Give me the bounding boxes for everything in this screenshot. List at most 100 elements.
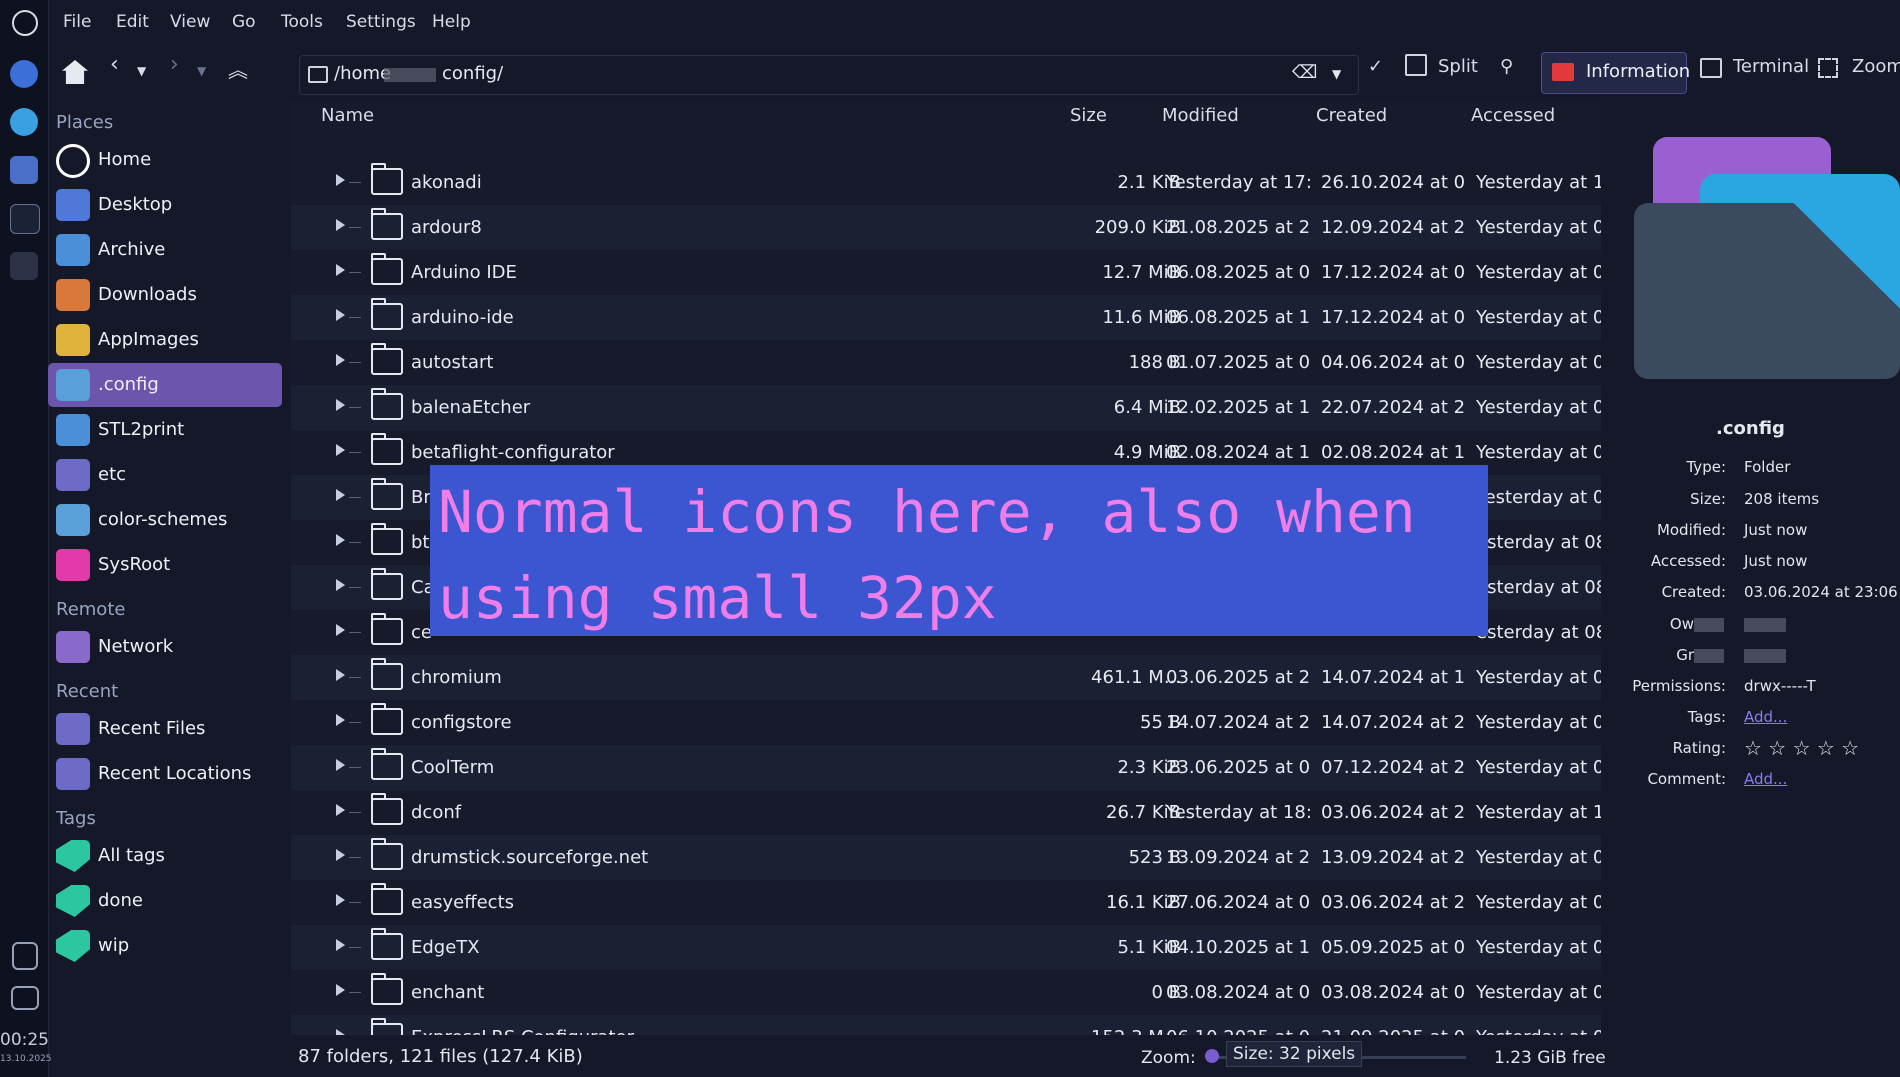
- menu-go[interactable]: Go: [232, 12, 256, 32]
- expand-arrow-icon[interactable]: [336, 714, 345, 726]
- sidebar-item-config[interactable]: .config: [48, 363, 282, 407]
- sidebar-item-network[interactable]: Network: [48, 625, 282, 669]
- information-button[interactable]: Information: [1541, 52, 1690, 94]
- sidebar-item-appimages[interactable]: AppImages: [48, 318, 282, 362]
- tree-line: [349, 857, 361, 858]
- expand-arrow-icon[interactable]: [336, 759, 345, 771]
- expand-arrow-icon[interactable]: [336, 399, 345, 411]
- zoom-button[interactable]: Zoom: [1852, 56, 1900, 77]
- sidebar-item-stl2print[interactable]: STL2print: [48, 408, 282, 452]
- expand-arrow-icon[interactable]: [336, 939, 345, 951]
- cell-size: 4.9 MiB: [1113, 442, 1181, 463]
- file-manager-icon[interactable]: [10, 156, 38, 184]
- table-row[interactable]: easyeffects 16.1 KiB27.06.2024 at 0... 03.…: [291, 880, 1601, 925]
- folder-icon: [371, 883, 403, 915]
- table-row[interactable]: akonadi 2.1 KiBYesterday at 17:... 26.10.2…: [291, 160, 1601, 205]
- table-row[interactable]: autostart 188 B01.07.2025 at 0... 04.06.20…: [291, 340, 1601, 385]
- clock-time[interactable]: 00:25: [0, 1030, 49, 1050]
- sidebar-item-tag-done[interactable]: done: [48, 879, 282, 923]
- settings-icon[interactable]: [10, 60, 38, 88]
- menu-settings[interactable]: Settings: [346, 12, 416, 32]
- cell-accessed: Yesterday at 08:: [1476, 712, 1601, 733]
- table-row[interactable]: dconf 26.7 KiBYesterday at 18:... 03.06.20…: [291, 790, 1601, 835]
- menu-edit[interactable]: Edit: [116, 12, 149, 32]
- app-icon[interactable]: [10, 252, 38, 280]
- menu-help[interactable]: Help: [432, 12, 471, 32]
- expand-arrow-icon[interactable]: [336, 309, 345, 321]
- expand-arrow-icon[interactable]: [336, 894, 345, 906]
- location-bar[interactable]: /home config/ ⌫ ▼: [299, 55, 1359, 95]
- info-tags-add-link[interactable]: Add...: [1744, 708, 1787, 726]
- expand-arrow-icon[interactable]: [336, 804, 345, 816]
- split-button[interactable]: Split: [1438, 56, 1478, 77]
- folder-icon: [371, 523, 403, 555]
- table-row[interactable]: enchant0 B03.08.2024 at 0...03.08.2024 a…: [291, 970, 1601, 1015]
- sidebar-item-desktop[interactable]: Desktop: [48, 183, 282, 227]
- sidebar-item-recent-locations[interactable]: Recent Locations: [48, 752, 282, 796]
- terminal-small-icon[interactable]: [1700, 58, 1722, 78]
- table-row[interactable]: balenaEtcher 6.4 MiB12.02.2025 at 1... 22.…: [291, 385, 1601, 430]
- expand-arrow-icon[interactable]: [336, 489, 345, 501]
- zoom-slider-handle[interactable]: [1205, 1049, 1219, 1063]
- expand-arrow-icon[interactable]: [336, 174, 345, 186]
- sidebar-item-color-schemes[interactable]: color-schemes: [48, 498, 282, 542]
- sidebar-item-recent-files[interactable]: Recent Files: [48, 707, 282, 751]
- column-modified[interactable]: Modified: [1162, 105, 1239, 126]
- terminal-icon[interactable]: [10, 204, 40, 234]
- sidebar-item-archive[interactable]: Archive: [48, 228, 282, 272]
- expand-arrow-icon[interactable]: [336, 1029, 345, 1035]
- expand-arrow-icon[interactable]: [336, 579, 345, 591]
- expand-arrow-icon[interactable]: [336, 669, 345, 681]
- expand-arrow-icon[interactable]: [336, 984, 345, 996]
- terminal-button[interactable]: Terminal: [1733, 56, 1809, 77]
- expand-arrow-icon[interactable]: [336, 264, 345, 276]
- table-row[interactable]: Arduino IDE 12.7 MiB06.08.2025 at 0... 17.…: [291, 250, 1601, 295]
- column-name[interactable]: Name: [321, 105, 374, 126]
- sidebar-item-sysroot[interactable]: SysRoot: [48, 543, 282, 587]
- table-row[interactable]: configstore55 B14.07.2024 at 2...14.07.2…: [291, 700, 1601, 745]
- zoom-icon[interactable]: [1818, 58, 1838, 78]
- menu-tools[interactable]: Tools: [281, 12, 323, 32]
- expand-arrow-icon[interactable]: [336, 849, 345, 861]
- sidebar-item-home[interactable]: Home: [48, 138, 282, 182]
- clear-location-icon[interactable]: ⌫: [1292, 62, 1317, 83]
- table-row[interactable]: ardour8 209.0 KiB21.08.2025 at 2... 12.09.…: [291, 205, 1601, 250]
- browser-icon[interactable]: [10, 108, 38, 136]
- menu-view[interactable]: View: [170, 12, 210, 32]
- table-row[interactable]: EdgeTX 5.1 KiB04.10.2025 at 1... 05.09.202…: [291, 925, 1601, 970]
- folder-icon: [371, 433, 403, 465]
- expand-arrow-icon[interactable]: [336, 624, 345, 636]
- sidebar-item-etc[interactable]: etc: [48, 453, 282, 497]
- table-row[interactable]: drumstick.sourceforge.net 523 B 13.09.2024…: [291, 835, 1601, 880]
- app-launcher-icon[interactable]: [12, 10, 38, 36]
- search-icon[interactable]: ⚲: [1500, 56, 1513, 77]
- column-created[interactable]: Created: [1316, 105, 1387, 126]
- column-size[interactable]: Size: [1070, 105, 1107, 126]
- column-accessed[interactable]: Accessed: [1471, 105, 1555, 126]
- rating-stars[interactable]: ☆ ☆ ☆ ☆ ☆: [1744, 736, 1859, 760]
- cell-size: 16.1 KiB: [1106, 892, 1181, 913]
- folder-icon: [371, 388, 403, 420]
- table-row[interactable]: arduino-ide 11.6 MiB06.08.2025 at 1... 17.…: [291, 295, 1601, 340]
- expand-arrow-icon[interactable]: [336, 219, 345, 231]
- clipboard-icon[interactable]: [12, 942, 38, 970]
- info-comment-add-link[interactable]: Add...: [1744, 770, 1787, 788]
- sidebar-item-downloads[interactable]: Downloads: [48, 273, 282, 317]
- cell-created: 22.07.2024 at 2...: [1321, 397, 1466, 418]
- table-row[interactable]: CoolTerm 2.3 KiB23.06.2025 at 0... 07.12.2…: [291, 745, 1601, 790]
- cell-accessed: Yesterday at 08:: [1476, 892, 1601, 913]
- table-row[interactable]: chromium 461.1 M...03.06.2025 at 2... 14.0…: [291, 655, 1601, 700]
- network-icon[interactable]: [11, 986, 39, 1010]
- info-modified: Just now: [1744, 521, 1808, 539]
- tree-line: [349, 632, 361, 633]
- expand-arrow-icon[interactable]: [336, 534, 345, 546]
- sidebar-item-tag-wip[interactable]: wip: [48, 924, 282, 968]
- expand-arrow-icon[interactable]: [336, 444, 345, 456]
- location-dropdown-icon[interactable]: ▼: [1332, 67, 1341, 81]
- expand-arrow-icon[interactable]: [336, 354, 345, 366]
- confirm-icon[interactable]: ✓: [1368, 56, 1383, 77]
- split-icon[interactable]: [1405, 54, 1427, 76]
- menu-file[interactable]: File: [63, 12, 91, 32]
- sidebar-item-all-tags[interactable]: All tags: [48, 834, 282, 878]
- table-row[interactable]: ExpressLRS Configurator 152.3 M...06.10.2…: [291, 1015, 1601, 1035]
